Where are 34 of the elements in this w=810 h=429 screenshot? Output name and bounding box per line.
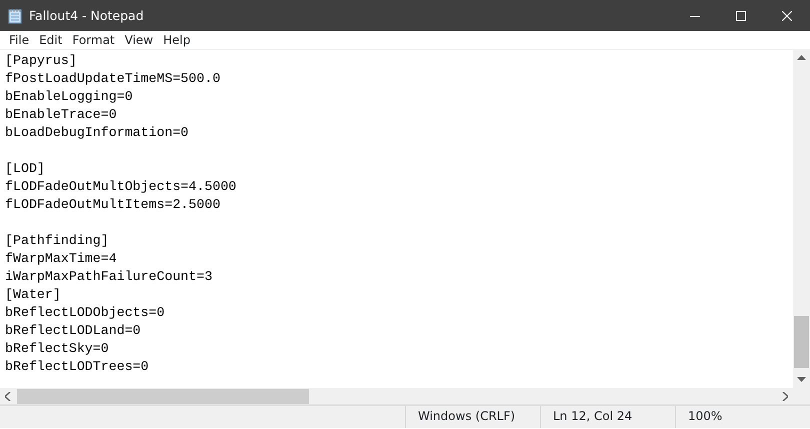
text-line: bReflectLODLand=0 — [5, 323, 141, 338]
text-line: bEnableLogging=0 — [5, 89, 133, 104]
text-line: bLoadDebugInformation=0 — [5, 125, 189, 140]
text-line: bReflectSky=0 — [5, 341, 109, 356]
scroll-left-icon[interactable] — [5, 392, 11, 400]
menu-item[interactable]: Help — [158, 31, 196, 49]
status-text: Ln 12, Col 24 — [553, 409, 632, 423]
notepad-icon — [7, 8, 23, 24]
text-line: [LOD] — [5, 161, 45, 176]
text-line: [Pathfinding] — [5, 233, 109, 248]
menu-item[interactable]: Format — [67, 31, 120, 49]
text-line: fPostLoadUpdateTimeMS=500.0 — [5, 71, 220, 86]
maximize-icon — [736, 10, 746, 20]
text-line: bReflectLODTrees=0 — [5, 359, 149, 374]
text-line: bReflectLODObjects=0 — [5, 305, 165, 320]
menu-item[interactable]: File — [4, 31, 34, 49]
window-title: Fallout4 - Notepad — [29, 8, 144, 23]
scroll-right-icon[interactable] — [782, 392, 788, 400]
close-icon — [782, 10, 792, 20]
menu-item[interactable]: View — [120, 31, 158, 49]
text-line: fLODFadeOutMultItems=2.5000 — [5, 197, 220, 212]
scrollbar-thumb[interactable] — [794, 316, 809, 368]
text-line: iWarpMaxPathFailureCount=3 — [5, 269, 212, 284]
status-text: 100% — [688, 409, 722, 423]
text-line: bEnableTrace=0 — [5, 107, 117, 122]
text-line: [Papyrus] — [5, 53, 77, 68]
menu-item[interactable]: Edit — [34, 31, 68, 49]
scroll-down-icon[interactable] — [797, 377, 806, 383]
text-line: [Water] — [5, 287, 61, 302]
status-text: Windows (CRLF) — [418, 409, 516, 423]
scroll-up-icon[interactable] — [797, 55, 806, 61]
text-line: fLODFadeOutMultObjects=4.5000 — [5, 179, 236, 194]
text-line: fWarpMaxTime=4 — [5, 251, 117, 266]
scrollbar-thumb[interactable] — [17, 388, 309, 404]
